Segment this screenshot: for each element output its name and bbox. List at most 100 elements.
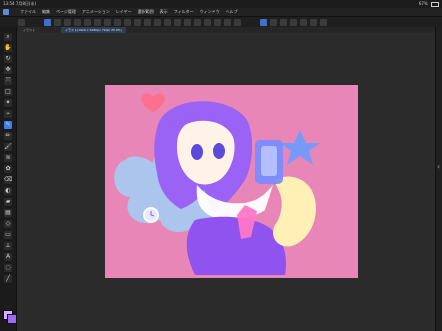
decoration-icon: ✿ <box>5 165 11 172</box>
toolbar-button-h[interactable] <box>124 19 131 26</box>
brush-tool-button[interactable] <box>44 19 51 26</box>
menu-bar: ファイル 編集 ページ管理 アニメーション レイヤー 選択範囲 表示 フィルター ウィンドウ ヘル… <box>0 8 442 16</box>
toolbar-button-w[interactable] <box>300 19 307 26</box>
transform-tool-button[interactable]: ⤧ <box>4 77 12 85</box>
app-logo-icon[interactable] <box>3 9 9 15</box>
eyedropper-tool-button[interactable]: ⌁ <box>4 110 12 118</box>
line-tool-button[interactable]: ╱ <box>4 275 12 283</box>
illustration <box>105 85 358 278</box>
menu-item[interactable]: ヘルプ <box>226 8 238 16</box>
toolbar-button-b[interactable] <box>64 19 71 26</box>
hand-icon: ✋ <box>4 44 12 51</box>
wand-icon: ✦ <box>5 99 11 106</box>
rotate-tool-button[interactable]: ↻ <box>4 55 12 63</box>
battery-percent: 67% <box>418 1 428 6</box>
toolbar-button-k[interactable] <box>154 19 161 26</box>
chevron-left-icon[interactable]: ‹ <box>437 162 441 172</box>
toolbar-button-v[interactable] <box>290 19 297 26</box>
shape-tool-button[interactable]: ◇ <box>4 220 12 228</box>
toolbar-button-u[interactable] <box>280 19 287 26</box>
toolbar-button-c[interactable] <box>74 19 81 26</box>
toolbar-button-o[interactable] <box>194 19 201 26</box>
selection-tool-button[interactable]: □ <box>4 88 12 96</box>
ruler-icon: ⟂ <box>5 242 10 249</box>
toolbar-button-y[interactable] <box>320 19 327 26</box>
transform-icon: ⤧ <box>5 77 11 84</box>
rotate-icon: ↻ <box>5 55 11 62</box>
secondary-color-swatch[interactable] <box>7 314 17 324</box>
frame-icon: ▭ <box>5 231 11 238</box>
menu-item[interactable]: 選択範囲 <box>138 8 154 16</box>
eraser-icon: ⌫ <box>4 176 13 183</box>
menu-item[interactable]: アニメーション <box>82 8 110 16</box>
gradient-icon: ▤ <box>5 209 11 216</box>
pen-tool-button[interactable]: ✎ <box>4 121 12 129</box>
right-edge: ‹ <box>435 27 442 331</box>
wand-tool-button[interactable]: ✦ <box>4 99 12 107</box>
shape-icon: ◇ <box>5 220 11 227</box>
text-tool-button[interactable]: A <box>4 253 12 261</box>
move-tool-button[interactable]: ✥ <box>4 66 12 74</box>
toolbar-button-g[interactable] <box>114 19 121 26</box>
tab-illustration[interactable]: イラスト <box>19 27 39 33</box>
hand-tool-button[interactable]: ✋ <box>4 44 12 52</box>
pencil-icon: ✏ <box>5 132 11 139</box>
toolbar-button-r[interactable] <box>224 19 231 26</box>
search-icon: ⌕ <box>6 33 10 40</box>
menu-item[interactable]: レイヤー <box>116 8 132 16</box>
selection-icon: □ <box>5 88 11 95</box>
status-bar: 13:54 7月8日(水) 67% <box>0 0 442 8</box>
blend-icon: ◐ <box>5 187 11 194</box>
fill-tool-button[interactable]: ▰ <box>4 198 12 206</box>
menu-item[interactable]: フィルター <box>174 8 194 16</box>
toolbar-button-a[interactable] <box>54 19 61 26</box>
toolbar-button-s[interactable] <box>234 19 241 26</box>
fill-icon: ▰ <box>5 198 11 205</box>
left-toolbar: ⌕ ✋ ↻ ✥ ⤧ □ ✦ ⌁ ✎ ✏ 🖌 ≋ ✿ ⌫ ◐ ▰ ▤ ◇ ▭ ⟂ A ◌ ╱ <box>0 27 17 331</box>
menu-item[interactable]: ページ管理 <box>56 8 76 16</box>
toolbar-button-l[interactable] <box>164 19 171 26</box>
toolbar-button-i[interactable] <box>134 19 141 26</box>
blend-tool-button[interactable]: ◐ <box>4 187 12 195</box>
menu-item[interactable]: ファイル <box>20 8 36 16</box>
brush-icon: 🖌 <box>4 143 12 150</box>
brush-tool-button[interactable]: 🖌 <box>4 143 12 151</box>
menu-item[interactable]: 編集 <box>42 8 50 16</box>
pencil-tool-button[interactable]: ✏ <box>4 132 12 140</box>
toolbar-button-p[interactable] <box>204 19 211 26</box>
airbrush-icon: ≋ <box>5 154 11 161</box>
menu-items: ファイル 編集 ページ管理 アニメーション レイヤー 選択範囲 表示 フィルター ウィンドウ ヘル… <box>14 8 238 16</box>
text-icon: A <box>5 253 11 260</box>
toolbar-button-n[interactable] <box>184 19 191 26</box>
toolbar-button-e[interactable] <box>94 19 101 26</box>
toolbar-button-m[interactable] <box>174 19 181 26</box>
menu-toggle-button[interactable] <box>18 19 25 26</box>
color-swatches[interactable] <box>3 310 17 324</box>
balloon-tool-button[interactable]: ◌ <box>4 264 12 272</box>
toolbar-button-t[interactable] <box>270 19 277 26</box>
menu-item[interactable]: 表示 <box>160 8 168 16</box>
battery-icon <box>431 1 439 7</box>
toolbar-button-q[interactable] <box>214 19 221 26</box>
canvas[interactable] <box>105 85 358 278</box>
toolbar-button-f[interactable] <box>104 19 111 26</box>
toolbar-button-x[interactable] <box>310 19 317 26</box>
decoration-tool-button[interactable]: ✿ <box>4 165 12 173</box>
airbrush-tool-button[interactable]: ≋ <box>4 154 12 162</box>
pen-tool-button[interactable] <box>260 19 267 26</box>
move-icon: ✥ <box>5 66 11 73</box>
menu-item[interactable]: ウィンドウ <box>200 8 220 16</box>
search-tool-button[interactable]: ⌕ <box>4 33 12 41</box>
tabs: イラスト イラスト(1920 x 1080px 72dpi 25.0%) <box>17 27 442 33</box>
gradient-tool-button[interactable]: ▤ <box>4 209 12 217</box>
toolbar-button-j[interactable] <box>144 19 151 26</box>
eraser-tool-button[interactable]: ⌫ <box>4 176 12 184</box>
balloon-icon: ◌ <box>5 264 11 271</box>
toolbar-button-d[interactable] <box>84 19 91 26</box>
frame-tool-button[interactable]: ▭ <box>4 231 12 239</box>
ruler-tool-button[interactable]: ⟂ <box>4 242 12 250</box>
tab-illustration-active[interactable]: イラスト(1920 x 1080px 72dpi 25.0%) <box>61 27 126 33</box>
pen-icon: ✎ <box>5 121 11 128</box>
status-time: 13:54 7月8日(水) <box>3 1 37 6</box>
status-right: 67% <box>419 0 439 8</box>
